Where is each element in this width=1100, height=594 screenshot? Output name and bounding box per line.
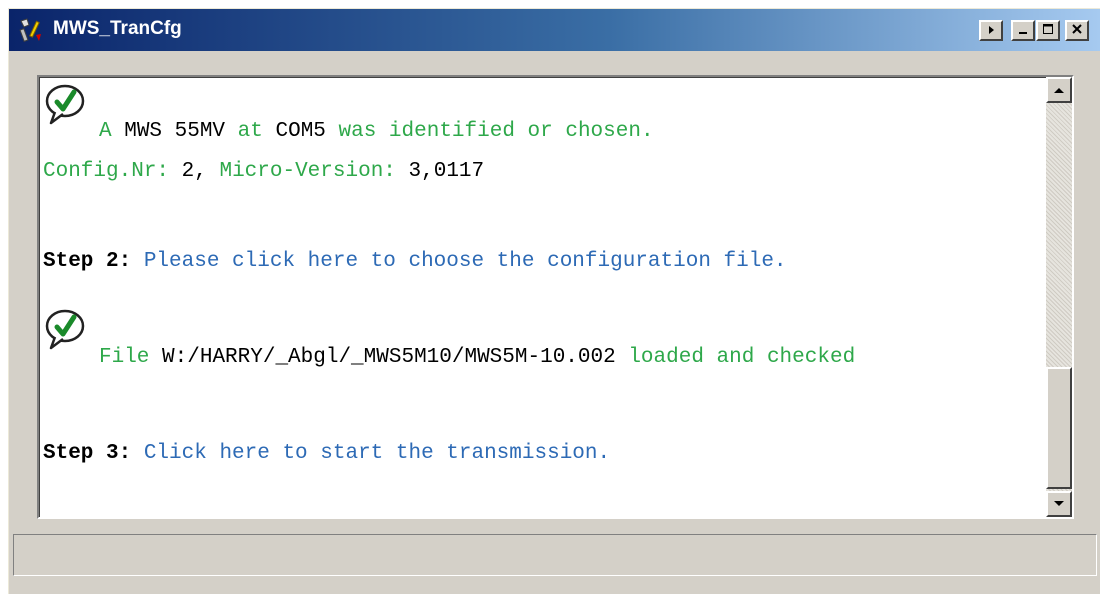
check-bubble-icon	[43, 308, 89, 352]
start-transmission-link[interactable]: Click here to start the transmission.	[144, 442, 610, 465]
com-port: COM5	[275, 120, 326, 143]
choose-config-file-link[interactable]: Please click here to choose the configur…	[144, 250, 787, 273]
menu-arrow-button[interactable]	[979, 20, 1003, 41]
device-identified-line: A MWS 55MV at COM5 was identified or cho…	[99, 120, 654, 143]
scroll-thumb[interactable]	[1046, 367, 1072, 489]
check-bubble-icon	[43, 83, 89, 127]
app-window: MWS_TranCfg A MWS 55MV at COM5 was ident…	[8, 8, 1100, 594]
scroll-down-button[interactable]	[1046, 491, 1072, 517]
arrow-down-icon	[1053, 495, 1065, 513]
close-button[interactable]	[1065, 20, 1089, 41]
log-content: A MWS 55MV at COM5 was identified or cho…	[39, 77, 1044, 517]
step2-line: Step 2: Please click here to choose the …	[43, 250, 787, 273]
vertical-scrollbar[interactable]	[1046, 77, 1072, 517]
tools-icon	[19, 17, 45, 43]
file-path: W:/HARRY/_Abgl/_MWS5M10/MWS5M-10.002	[162, 346, 616, 369]
file-loaded-line: File W:/HARRY/_Abgl/_MWS5M10/MWS5M-10.00…	[99, 346, 856, 369]
scroll-up-button[interactable]	[1046, 77, 1072, 103]
menu-arrow-icon	[986, 22, 996, 40]
close-icon	[1071, 22, 1083, 40]
minimize-icon	[1017, 22, 1029, 40]
step3-label: Step 3:	[43, 442, 132, 465]
device-model: MWS 55MV	[124, 120, 226, 143]
config-line: Config.Nr: 2, Micro-Version: 3,0117	[43, 160, 485, 183]
title-bar[interactable]: MWS_TranCfg	[9, 9, 1100, 51]
arrow-up-icon	[1053, 81, 1065, 99]
minimize-button[interactable]	[1011, 20, 1035, 41]
maximize-icon	[1042, 22, 1054, 40]
maximize-button[interactable]	[1036, 20, 1060, 41]
status-bar	[13, 534, 1097, 576]
config-number: 2,	[181, 160, 207, 183]
micro-version: 3,0117	[408, 160, 485, 183]
window-title: MWS_TranCfg	[53, 18, 182, 39]
step3-line: Step 3: Click here to start the transmis…	[43, 442, 610, 465]
step2-label: Step 2:	[43, 250, 132, 273]
log-view[interactable]: A MWS 55MV at COM5 was identified or cho…	[37, 75, 1074, 519]
